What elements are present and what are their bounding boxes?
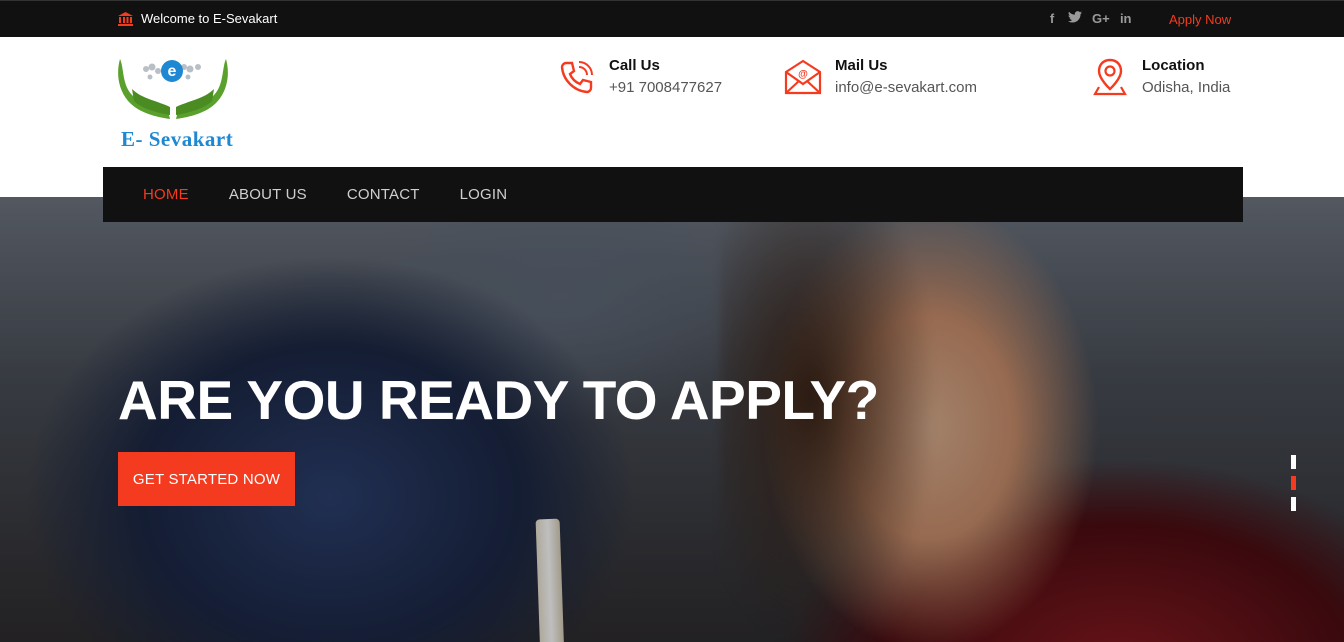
welcome-text: Welcome to E-Sevakart: [141, 11, 278, 26]
call-us-value: +91 7008477627: [609, 79, 723, 96]
slider-pagination: [1291, 455, 1296, 511]
nav-item-contact[interactable]: CONTACT: [347, 186, 420, 203]
nav-item-home[interactable]: HOME: [143, 186, 189, 203]
call-us-info: Call Us +91 7008477627: [557, 57, 722, 99]
logo-text: E- Sevakart: [121, 127, 234, 151]
apply-now-link[interactable]: Apply Now: [1169, 12, 1231, 27]
svg-text:e: e: [168, 63, 177, 80]
map-pin-icon: [1093, 58, 1127, 96]
nav-item-login[interactable]: LOGIN: [460, 186, 508, 203]
facebook-icon[interactable]: f: [1046, 10, 1058, 28]
welcome-message: Welcome to E-Sevakart: [118, 11, 277, 26]
main-nav: HOME ABOUT US CONTACT LOGIN: [103, 167, 1243, 222]
slider-dot[interactable]: [1291, 497, 1296, 511]
top-bar: Welcome to E-Sevakart f G+ in Apply Now: [0, 0, 1344, 37]
linkedin-icon[interactable]: in: [1120, 10, 1132, 28]
location-title: Location: [1142, 57, 1205, 74]
google-plus-icon[interactable]: G+: [1092, 10, 1110, 28]
mail-us-value: info@e-sevakart.com: [835, 79, 977, 96]
twitter-icon[interactable]: [1068, 10, 1082, 28]
call-us-title: Call Us: [609, 57, 660, 74]
location-value: Odisha, India: [1142, 79, 1231, 96]
slider-dot[interactable]: [1291, 455, 1296, 469]
phone-icon: [560, 61, 593, 94]
hero-slider: ARE YOU READY TO APPLY? GET STARTED NOW: [0, 197, 1344, 642]
mail-us-info: @ Mail Us info@e-sevakart.com: [783, 57, 977, 99]
mail-icon: @: [784, 59, 822, 95]
bank-icon: [118, 11, 133, 26]
nav-item-about-us[interactable]: ABOUT US: [229, 186, 307, 203]
slider-dot-active[interactable]: [1291, 476, 1296, 490]
get-started-button[interactable]: GET STARTED NOW: [118, 452, 295, 506]
location-info: Location Odisha, India: [1090, 57, 1230, 99]
hero-title: ARE YOU READY TO APPLY?: [118, 369, 879, 431]
svg-text:@: @: [798, 69, 808, 80]
mail-us-title: Mail Us: [835, 57, 888, 74]
social-links: f G+ in: [1046, 10, 1132, 28]
